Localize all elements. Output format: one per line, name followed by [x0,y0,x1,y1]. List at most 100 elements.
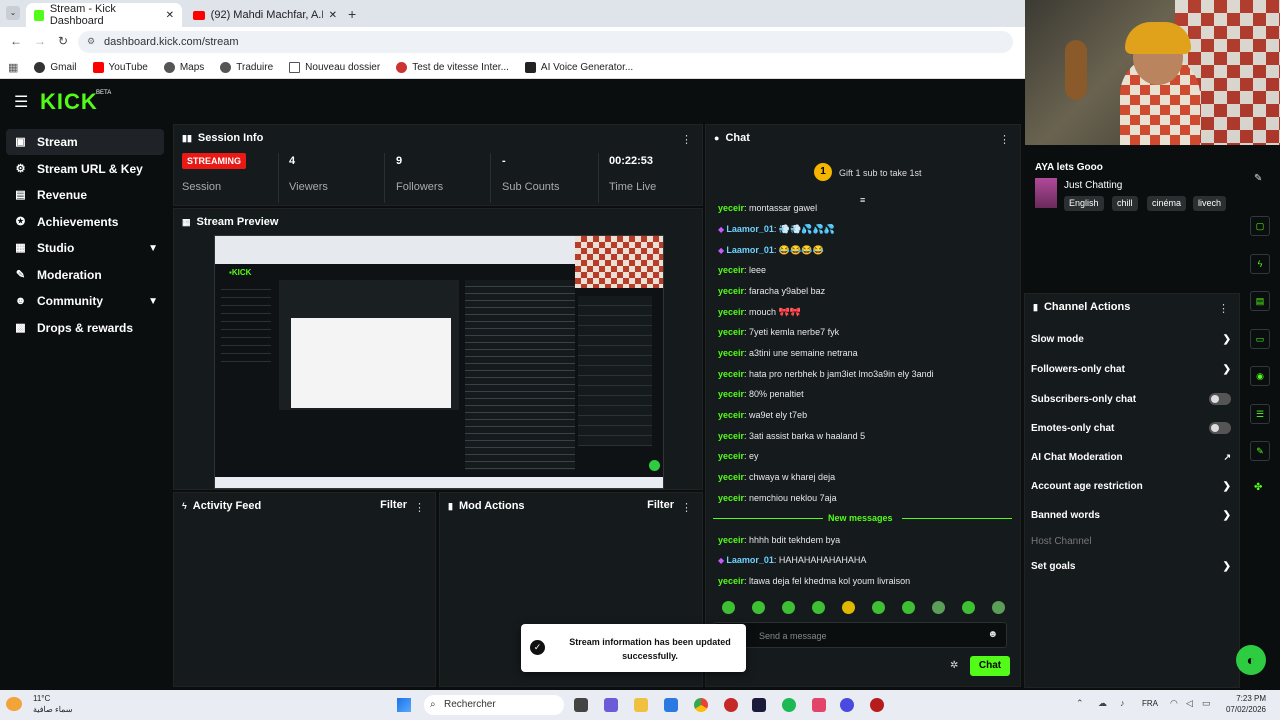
app-icon[interactable] [870,698,884,712]
emote-icon[interactable] [872,601,885,614]
tab-youtube[interactable]: (92) Mahdi Machfar, A.L.A - ✕ [185,3,345,27]
reload-icon[interactable]: ↻ [58,34,68,48]
store-icon[interactable] [664,698,678,712]
sidebar-item-studio[interactable]: ▦ Studio ▼ [6,235,164,261]
chevron-up-icon[interactable]: ⌃ [1076,698,1084,709]
bookmark-folder[interactable]: Nouveau dossier [289,62,380,73]
more-options-icon[interactable]: ⋮ [414,501,425,514]
chat-username[interactable]: yeceir [718,493,744,503]
chat-input[interactable]: Send a message ☻ [713,622,1007,648]
more-options-icon[interactable]: ⋮ [999,133,1010,146]
emote-icon[interactable] [902,601,915,614]
emote-icon[interactable] [932,601,945,614]
new-tab-icon[interactable]: + [348,6,356,22]
sidebar-item-drops[interactable]: ▩ Drops & rewards [6,315,164,341]
chat-username[interactable]: yeceir [718,431,744,441]
sidebar-item-stream[interactable]: ▣ Stream [6,129,164,155]
chat-settings-icon[interactable]: ✲ [950,660,958,671]
chat-username[interactable]: yeceir [718,472,744,482]
pin-icon[interactable]: ≡ [860,195,865,205]
emotes-only-toggle[interactable] [1209,422,1231,434]
more-options-icon[interactable]: ⋮ [681,133,692,146]
chat-username[interactable]: yeceir [718,576,744,586]
chat-send-button[interactable]: Chat [970,656,1010,676]
wifi-icon[interactable]: ◠ [1170,698,1178,709]
chat-username[interactable]: yeceir [718,369,744,379]
stream-category[interactable]: Just Chatting [1064,180,1122,191]
set-goals-row[interactable]: Set goals ❯ [1031,561,1231,572]
language-indicator[interactable]: FRA [1142,699,1158,708]
ai-moderation-row[interactable]: AI Chat Moderation ↗ [1031,452,1231,463]
rail-document-icon[interactable]: ▤ [1250,291,1270,311]
followers-only-row[interactable]: Followers-only chat ❯ [1031,364,1231,375]
stream-preview-video[interactable]: ▪KICK [214,235,664,489]
chat-username[interactable]: yeceir [718,535,744,545]
capcut-icon[interactable] [812,698,826,712]
file-explorer-icon[interactable] [634,698,648,712]
more-options-icon[interactable]: ⋮ [681,501,692,514]
apps-grid-icon[interactable]: ▦ [8,61,18,74]
stream-tag[interactable]: English [1064,196,1104,211]
banned-words-row[interactable]: Banned words ❯ [1031,510,1231,521]
emote-icon[interactable] [782,601,795,614]
bookmark-gmail[interactable]: Gmail [34,62,77,73]
chat-username[interactable]: yeceir [718,451,744,461]
rail-fullscreen-icon[interactable]: ▢ [1250,216,1270,236]
chat-username[interactable]: yeceir [718,410,744,420]
chat-username[interactable]: yeceir [718,265,744,275]
stream-tag[interactable]: livech [1193,196,1227,211]
premiere-icon[interactable] [752,698,766,712]
volume-icon[interactable]: ◁ [1186,698,1193,709]
weather-temp[interactable]: 11°C [33,694,50,703]
chat-username[interactable]: yeceir [718,307,744,317]
app-icon[interactable] [840,698,854,712]
tab-search-icon[interactable]: ⌄ [6,6,20,20]
rail-broadcast-icon[interactable]: ◉ [1250,366,1270,386]
sidebar-item-revenue[interactable]: ▤ Revenue [6,182,164,208]
chat-username[interactable]: yeceir [718,389,744,399]
close-icon[interactable]: ✕ [329,10,337,21]
bookmark-ai-voice[interactable]: AI Voice Generator... [524,62,633,73]
stream-tag[interactable]: cinéma [1147,196,1187,211]
filter-button[interactable]: Filter [647,499,674,511]
emote-icon[interactable] [722,601,735,614]
filter-button[interactable]: Filter [380,499,407,511]
mic-icon[interactable]: ♪ [1120,698,1125,708]
sidebar-item-community[interactable]: ☻ Community ▼ [6,288,164,314]
address-bar[interactable]: ⚙ dashboard.kick.com/stream [78,31,1013,53]
more-options-icon[interactable]: ⋮ [1218,302,1229,315]
task-view-icon[interactable] [574,698,588,712]
sidebar-item-moderation[interactable]: ✎ Moderation [6,262,164,288]
obs-icon[interactable] [724,698,738,712]
rail-lightning-icon[interactable]: ϟ [1250,254,1270,274]
gift-sub-prompt[interactable]: Gift 1 sub to take 1st [839,168,922,178]
menu-icon[interactable]: ☰ [14,92,28,112]
rail-wrench-icon[interactable]: ✎ [1250,441,1270,461]
forward-icon[interactable]: → [34,34,46,48]
sidebar-item-achievements[interactable]: ✪ Achievements [6,209,164,235]
chat-username[interactable]: Laamor_01 [726,224,774,234]
clock-time[interactable]: 7:23 PM [1226,694,1266,703]
back-icon[interactable]: ← [10,34,22,48]
emote-icon[interactable] [962,601,975,614]
emoji-icon[interactable]: ☻ [987,629,998,640]
chat-username[interactable]: yeceir [718,348,744,358]
stream-tag[interactable]: chill [1112,196,1138,211]
category-thumbnail[interactable] [1035,178,1057,208]
chat-username[interactable]: yeceir [718,327,744,337]
emote-icon[interactable] [842,601,855,614]
tab-kick-dashboard[interactable]: Stream - Kick Dashboard ✕ [26,3,182,27]
rail-apps-icon[interactable]: ✤ [1254,482,1262,493]
bookmark-traduire[interactable]: Traduire [220,62,273,73]
windows-start-icon[interactable] [397,698,411,712]
rail-chat-icon[interactable]: ▭ [1250,329,1270,349]
close-icon[interactable]: ✕ [166,10,174,21]
subscribers-only-toggle[interactable] [1209,393,1231,405]
battery-icon[interactable]: ▭ [1202,698,1211,709]
bookmark-speedtest[interactable]: Test de vitesse Inter... [396,62,509,73]
edit-icon[interactable]: ✎ [1254,173,1262,184]
bookmark-youtube[interactable]: YouTube [92,62,148,73]
spotify-icon[interactable] [782,698,796,712]
rail-list-icon[interactable]: ☰ [1250,404,1270,424]
chat-username[interactable]: yeceir [718,203,744,213]
